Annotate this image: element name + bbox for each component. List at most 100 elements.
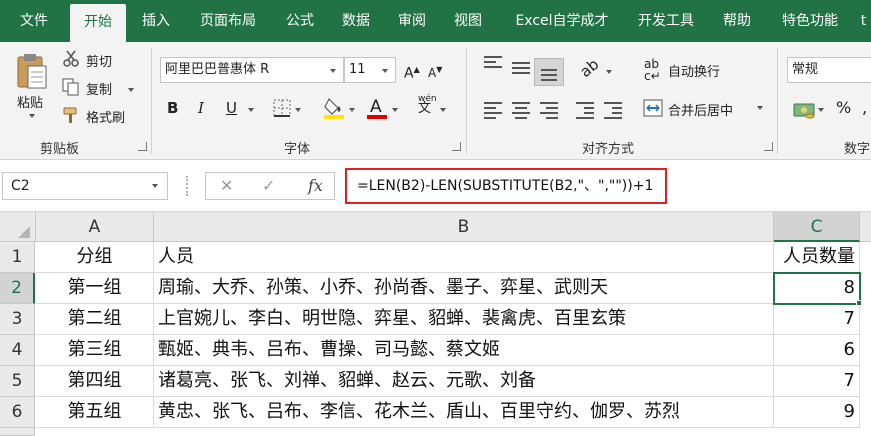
- cell-b2[interactable]: 周瑜、大乔、孙策、小乔、孙尚香、墨子、弈星、武则天: [154, 273, 774, 304]
- copy-dropdown-icon[interactable]: [128, 88, 134, 92]
- cell-c4[interactable]: 6: [774, 335, 860, 366]
- formula-buttons: ✕ ✓ fx: [205, 172, 335, 200]
- font-name-select[interactable]: 阿里巴巴普惠体 R: [160, 57, 344, 83]
- decrease-font-size-icon[interactable]: A▼: [428, 60, 442, 83]
- copy-button[interactable]: 复制: [86, 79, 112, 98]
- tab-formulas[interactable]: 公式: [274, 0, 326, 42]
- clipboard-launcher-icon[interactable]: [138, 142, 147, 151]
- merge-center-dropdown-icon[interactable]: [757, 106, 763, 110]
- tab-data[interactable]: 数据: [330, 0, 382, 42]
- tab-excel-self-study[interactable]: Excel自学成才: [500, 0, 624, 42]
- font-color-dropdown-icon[interactable]: [392, 108, 398, 112]
- tab-home[interactable]: 开始: [70, 4, 126, 42]
- cell-c6[interactable]: 9: [774, 397, 860, 428]
- phonetic-guide-icon[interactable]: wén 文: [418, 94, 437, 115]
- fill-handle[interactable]: [856, 300, 862, 306]
- select-all-corner[interactable]: [0, 212, 36, 242]
- cell-a4[interactable]: 第三组: [36, 335, 154, 366]
- align-middle-icon[interactable]: [512, 62, 530, 77]
- font-launcher-icon[interactable]: [452, 142, 461, 151]
- orientation-icon[interactable]: ab: [576, 54, 603, 81]
- bold-button[interactable]: B: [167, 98, 178, 118]
- percent-style-button[interactable]: %: [836, 98, 851, 118]
- cell-a5[interactable]: 第四组: [36, 366, 154, 397]
- font-size-select[interactable]: 11: [344, 57, 396, 83]
- align-center-icon[interactable]: [512, 102, 530, 122]
- format-painter-button[interactable]: 格式刷: [86, 107, 125, 126]
- tab-developer[interactable]: 开发工具: [628, 0, 704, 42]
- row-header[interactable]: 6: [0, 397, 35, 428]
- font-name-dropdown-icon[interactable]: [330, 69, 336, 73]
- comma-style-icon[interactable]: ,: [862, 98, 867, 118]
- fill-color-icon[interactable]: [323, 96, 345, 123]
- cell-b3[interactable]: 上官婉儿、李白、明世隐、弈星、貂蝉、裴禽虎、百里玄策: [154, 304, 774, 335]
- currency-format-icon[interactable]: [792, 98, 816, 123]
- row-header[interactable]: [0, 428, 35, 436]
- underline-dropdown-icon[interactable]: [248, 108, 254, 112]
- italic-button[interactable]: I: [198, 98, 204, 118]
- enter-icon[interactable]: ✓: [262, 175, 275, 197]
- paste-icon[interactable]: [14, 52, 50, 95]
- cell-b6[interactable]: 黄忠、张飞、吕布、李信、花木兰、盾山、百里守约、伽罗、苏烈: [154, 397, 774, 428]
- wrap-text-button[interactable]: 自动换行: [668, 61, 720, 80]
- paste-button[interactable]: 粘贴: [17, 92, 43, 111]
- cell-c5[interactable]: 7: [774, 366, 860, 397]
- number-format-select[interactable]: 常规: [787, 57, 871, 83]
- name-box-dropdown-icon[interactable]: [152, 184, 158, 188]
- phonetic-dropdown-icon[interactable]: [440, 108, 446, 112]
- tab-help[interactable]: 帮助: [708, 0, 766, 42]
- borders-icon[interactable]: [273, 99, 291, 120]
- formula-input[interactable]: =LEN(B2)-LEN(SUBSTITUTE(B2,"、",""))+1: [357, 170, 653, 202]
- align-right-icon[interactable]: [540, 102, 558, 122]
- alignment-launcher-icon[interactable]: [764, 142, 773, 151]
- row-header[interactable]: 1: [0, 242, 35, 273]
- align-top-icon[interactable]: [484, 56, 502, 71]
- name-box[interactable]: C2: [2, 172, 168, 200]
- fill-color-dropdown-icon[interactable]: [349, 108, 355, 112]
- tab-view[interactable]: 视图: [442, 0, 494, 42]
- formula-bar-grip[interactable]: [186, 176, 188, 196]
- alignment-group-label: 对齐方式: [582, 142, 635, 157]
- cell-b1[interactable]: 人员: [154, 242, 774, 273]
- column-header-c[interactable]: C: [774, 212, 860, 242]
- column-header-b[interactable]: B: [154, 212, 774, 242]
- paste-dropdown-icon[interactable]: [29, 114, 35, 118]
- row-header[interactable]: 3: [0, 304, 35, 335]
- cancel-icon[interactable]: ✕: [220, 175, 233, 197]
- tab-truncated[interactable]: t: [856, 0, 871, 42]
- align-bottom-button[interactable]: [534, 58, 564, 86]
- formula-input-highlight[interactable]: =LEN(B2)-LEN(SUBSTITUTE(B2,"、",""))+1: [345, 168, 667, 204]
- cell-a3[interactable]: 第二组: [36, 304, 154, 335]
- column-header-d[interactable]: [860, 212, 871, 242]
- font-color-icon[interactable]: A: [366, 96, 388, 123]
- insert-function-icon[interactable]: fx: [308, 175, 323, 197]
- decrease-indent-icon[interactable]: [576, 102, 594, 122]
- cell-c3[interactable]: 7: [774, 304, 860, 335]
- cell-c1[interactable]: 人员数量: [774, 242, 860, 273]
- row-header[interactable]: 5: [0, 366, 35, 397]
- borders-dropdown-icon[interactable]: [295, 108, 301, 112]
- active-cell-selection[interactable]: [773, 272, 861, 305]
- tab-page-layout[interactable]: 页面布局: [186, 0, 270, 42]
- currency-dropdown-icon[interactable]: [818, 108, 824, 112]
- cell-b4[interactable]: 甄姬、典韦、吕布、曹操、司马懿、蔡文姬: [154, 335, 774, 366]
- orientation-dropdown-icon[interactable]: [606, 70, 612, 74]
- font-size-dropdown-icon[interactable]: [382, 69, 388, 73]
- row-header[interactable]: 4: [0, 335, 35, 366]
- merge-center-button[interactable]: 合并后居中: [668, 100, 733, 119]
- underline-button[interactable]: U: [226, 98, 237, 118]
- tab-review[interactable]: 审阅: [386, 0, 438, 42]
- cell-a2[interactable]: 第一组: [36, 273, 154, 304]
- cell-a1[interactable]: 分组: [36, 242, 154, 273]
- cell-a6[interactable]: 第五组: [36, 397, 154, 428]
- tab-file[interactable]: 文件: [2, 0, 66, 42]
- column-header-a[interactable]: A: [36, 212, 154, 242]
- tab-special-features[interactable]: 特色功能: [770, 0, 850, 42]
- cut-button[interactable]: 剪切: [86, 51, 112, 70]
- cell-b5[interactable]: 诸葛亮、张飞、刘禅、貂蝉、赵云、元歌、刘备: [154, 366, 774, 397]
- increase-font-size-icon[interactable]: A▲: [404, 60, 420, 84]
- row-header[interactable]: 2: [0, 273, 35, 304]
- tab-insert[interactable]: 插入: [130, 0, 182, 42]
- increase-indent-icon[interactable]: [604, 102, 622, 122]
- align-left-icon[interactable]: [484, 102, 502, 122]
